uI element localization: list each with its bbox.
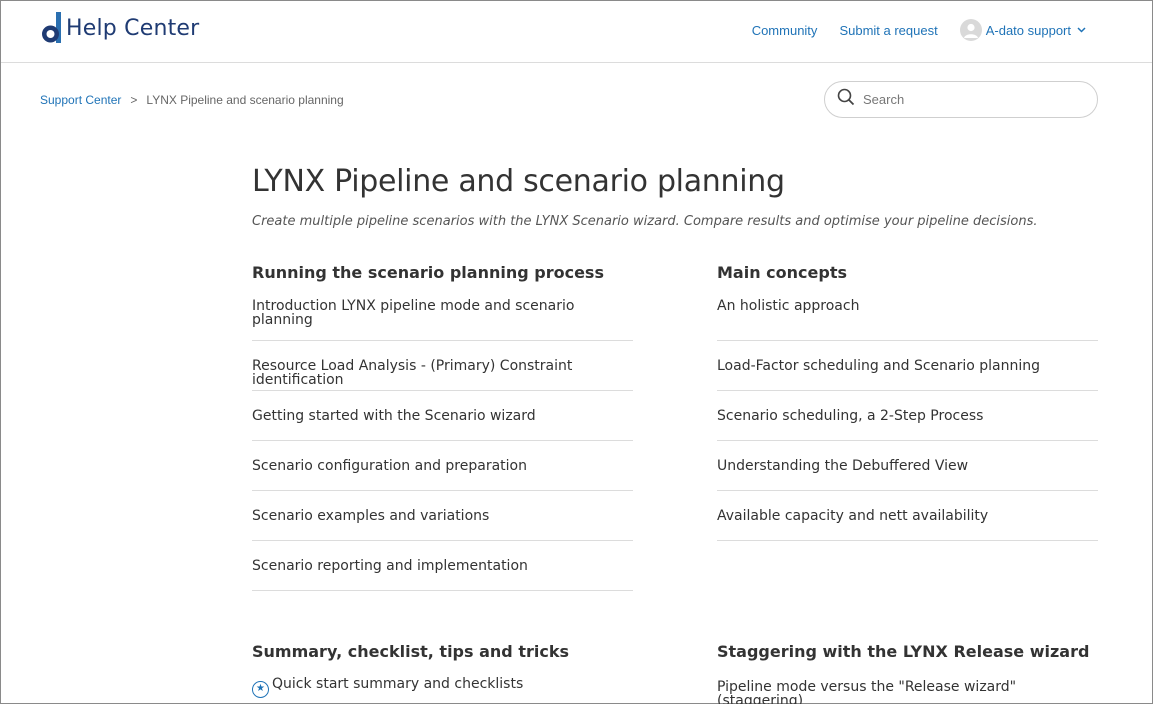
article-item: Scenario scheduling, a 2-Step Process bbox=[717, 391, 1098, 441]
help-center-logo[interactable]: Help Center bbox=[39, 11, 199, 45]
article-item: Getting started with the Scenario wizard bbox=[252, 391, 633, 441]
user-name: A-dato support bbox=[985, 22, 1071, 38]
article-link[interactable]: Quick start summary and checklists bbox=[272, 677, 523, 691]
article-link[interactable]: An holistic approach bbox=[717, 299, 859, 313]
section-title[interactable]: Staggering with the LYNX Release wizard bbox=[717, 642, 1098, 661]
breadcrumb-separator: > bbox=[130, 93, 138, 107]
article-link[interactable]: Scenario reporting and implementation bbox=[252, 559, 528, 573]
article-link[interactable]: Understanding the Debuffered View bbox=[717, 459, 968, 473]
avatar-icon bbox=[959, 19, 982, 41]
article-link[interactable]: Pipeline mode versus the "Release wizard… bbox=[717, 680, 1098, 704]
article-item: Scenario reporting and implementation bbox=[252, 541, 633, 591]
article-item: ★ Quick start summary and checklists bbox=[252, 677, 633, 704]
article-link[interactable]: Scenario scheduling, a 2-Step Process bbox=[717, 409, 983, 423]
site-header: Help Center Community Submit a request A… bbox=[1, 1, 1152, 63]
article-list: An holistic approach Load-Factor schedul… bbox=[717, 299, 1098, 541]
user-menu[interactable]: A-dato support bbox=[959, 19, 1086, 41]
article-link[interactable]: Getting started with the Scenario wizard bbox=[252, 409, 536, 423]
article-link[interactable]: Scenario configuration and preparation bbox=[252, 459, 527, 473]
section-title[interactable]: Summary, checklist, tips and tricks bbox=[252, 642, 633, 661]
section-running-scenario: Running the scenario planning process In… bbox=[252, 263, 633, 591]
community-link[interactable]: Community bbox=[752, 23, 818, 38]
breadcrumb-current: LYNX Pipeline and scenario planning bbox=[146, 93, 344, 107]
submit-request-link[interactable]: Submit a request bbox=[839, 23, 937, 38]
star-icon: ★ bbox=[252, 680, 269, 698]
article-item: An holistic approach bbox=[717, 299, 1098, 341]
section-staggering-release: Staggering with the LYNX Release wizard … bbox=[717, 642, 1098, 704]
breadcrumb-home[interactable]: Support Center bbox=[40, 93, 121, 107]
page-description: Create multiple pipeline scenarios with … bbox=[252, 214, 1038, 229]
page-title: LYNX Pipeline and scenario planning bbox=[252, 164, 785, 199]
article-item: Understanding the Debuffered View bbox=[717, 441, 1098, 491]
article-item: Pipeline mode versus the "Release wizard… bbox=[717, 678, 1098, 704]
section-title-link[interactable]: Staggering with the LYNX Release wizard bbox=[717, 642, 1089, 661]
article-item: Introduction LYNX pipeline mode and scen… bbox=[252, 299, 633, 341]
breadcrumb: Support Center > LYNX Pipeline and scena… bbox=[40, 93, 344, 107]
logo-text: Help Center bbox=[66, 15, 200, 41]
article-link[interactable]: Load-Factor scheduling and Scenario plan… bbox=[717, 359, 1040, 373]
search-icon bbox=[837, 88, 855, 111]
article-item: Load-Factor scheduling and Scenario plan… bbox=[717, 341, 1098, 391]
search-box[interactable] bbox=[824, 81, 1098, 118]
section-title-link[interactable]: Running the scenario planning process bbox=[252, 263, 604, 282]
article-item: Scenario examples and variations bbox=[252, 491, 633, 541]
article-list: Pipeline mode versus the "Release wizard… bbox=[717, 678, 1098, 704]
article-link[interactable]: Resource Load Analysis - (Primary) Const… bbox=[252, 359, 633, 387]
section-main-concepts: Main concepts An holistic approach Load-… bbox=[717, 263, 1098, 541]
section-title-link[interactable]: Main concepts bbox=[717, 263, 847, 282]
article-list: ★ Quick start summary and checklists bbox=[252, 677, 633, 704]
header-nav: Community Submit a request A-dato suppor… bbox=[730, 19, 1086, 41]
chevron-down-icon bbox=[1077, 25, 1086, 36]
article-item: Scenario configuration and preparation bbox=[252, 441, 633, 491]
logo-icon bbox=[39, 12, 63, 44]
section-title-link[interactable]: Summary, checklist, tips and tricks bbox=[252, 642, 569, 661]
article-list: Introduction LYNX pipeline mode and scen… bbox=[252, 299, 633, 591]
section-summary-checklist: Summary, checklist, tips and tricks ★ Qui… bbox=[252, 642, 633, 704]
article-link[interactable]: Introduction LYNX pipeline mode and scen… bbox=[252, 299, 633, 327]
search-input[interactable] bbox=[863, 92, 1073, 107]
section-title[interactable]: Main concepts bbox=[717, 263, 1098, 282]
section-title[interactable]: Running the scenario planning process bbox=[252, 263, 633, 282]
article-item: Available capacity and nett availability bbox=[717, 491, 1098, 541]
article-item: Resource Load Analysis - (Primary) Const… bbox=[252, 341, 633, 391]
article-link[interactable]: Available capacity and nett availability bbox=[717, 509, 988, 523]
article-link[interactable]: Scenario examples and variations bbox=[252, 509, 489, 523]
